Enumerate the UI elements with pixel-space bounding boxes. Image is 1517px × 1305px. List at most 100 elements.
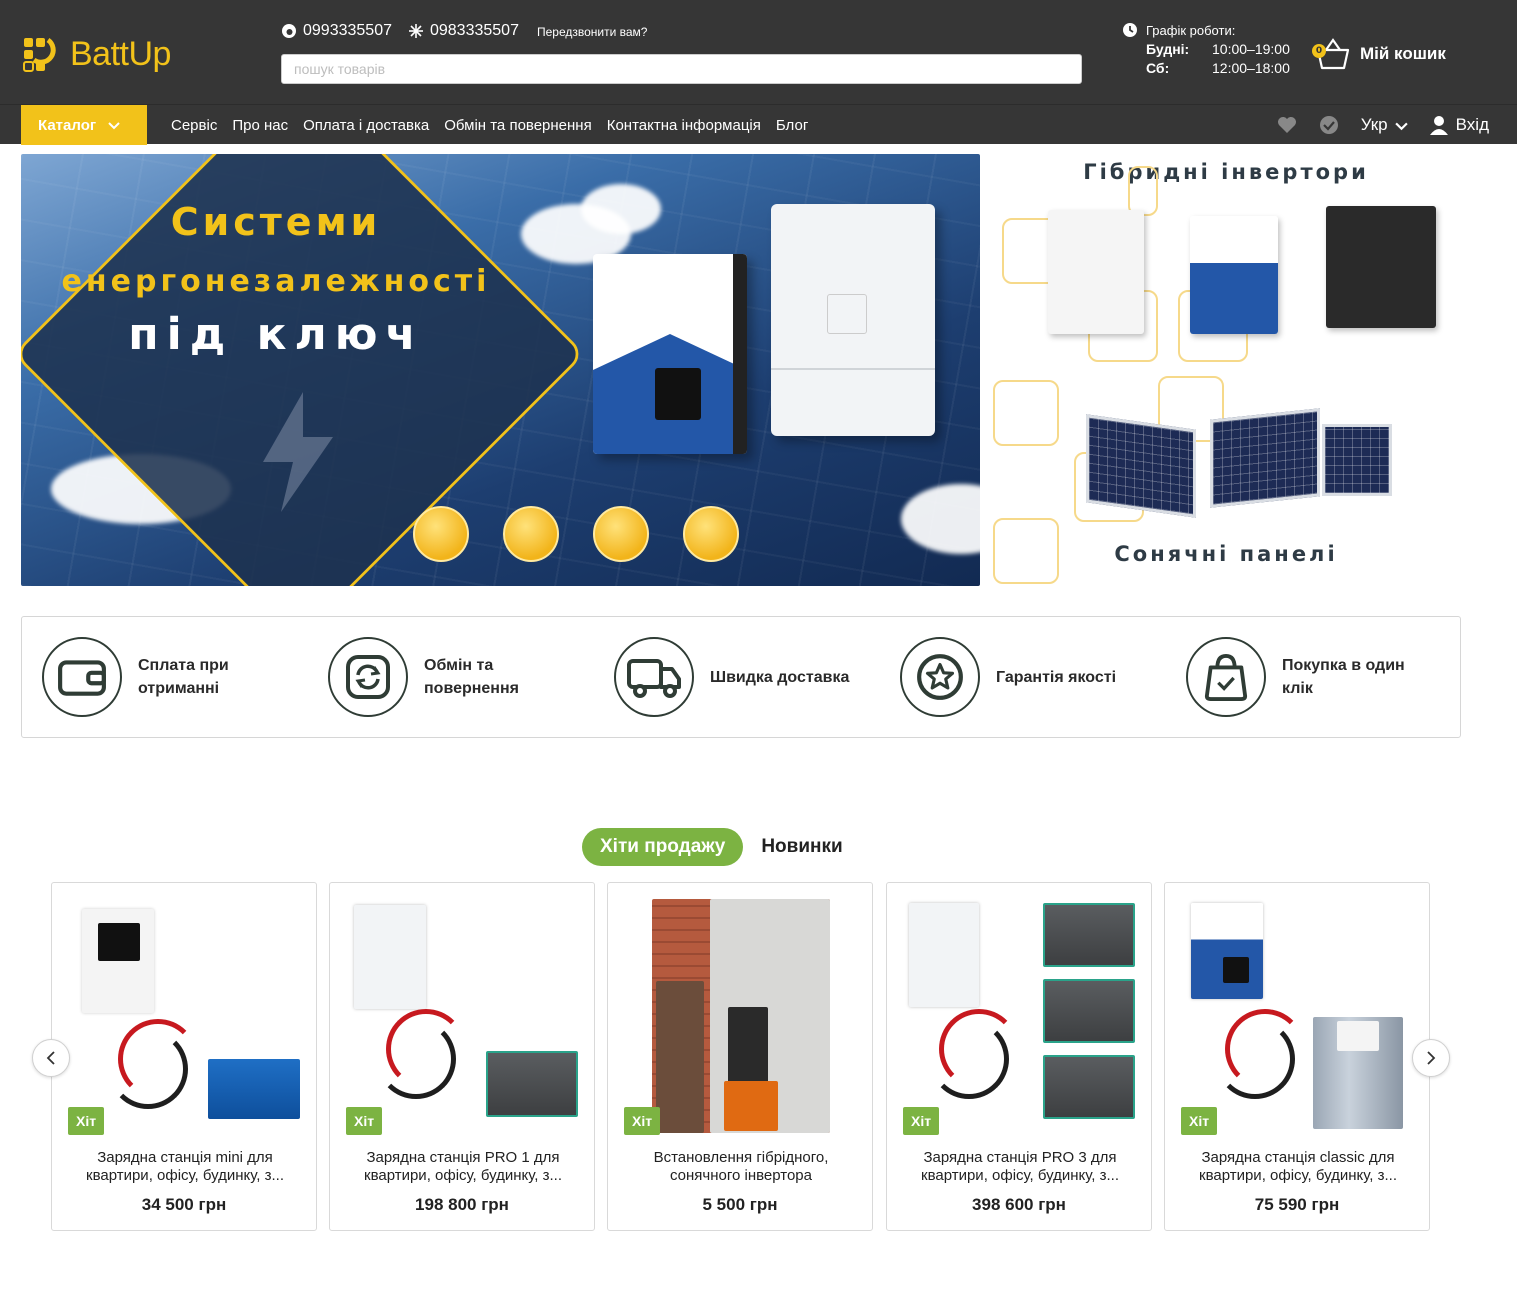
- product-price: 34 500 грн: [141, 1195, 227, 1214]
- feature-label: Швидка доставка: [710, 668, 850, 686]
- product-image[interactable]: [903, 899, 1137, 1133]
- product-card[interactable]: Хіт Зарядна станція classic для квартири…: [1164, 882, 1430, 1231]
- feature-item: Гарантія якості: [880, 617, 1166, 737]
- callback-link[interactable]: Передзвонити вам?: [537, 25, 648, 39]
- chevron-down-icon: [1394, 122, 1408, 130]
- reliability-badge-icon: [683, 506, 739, 562]
- check-circle-icon: [1319, 116, 1338, 134]
- search-input[interactable]: [282, 55, 1081, 83]
- nav-link-blog[interactable]: Блог: [776, 117, 808, 134]
- tab-bestsellers[interactable]: Хіти продажу: [582, 828, 744, 866]
- login-button[interactable]: Вхід: [1429, 115, 1489, 135]
- phone-vodafone[interactable]: 0993335507: [281, 22, 392, 40]
- product-name[interactable]: Зарядна станція PRO 3 для квартири, офіс…: [905, 1149, 1135, 1185]
- hero-banner[interactable]: Системи енергонезалежності під ключ: [21, 154, 980, 586]
- nav-link-about[interactable]: Про нас: [232, 117, 288, 134]
- schedule-title: Графік роботи:: [1146, 22, 1236, 38]
- nav-links: Сервіс Про нас Оплата і доставка Обмін т…: [171, 105, 823, 145]
- hit-badge: Хіт: [903, 1107, 940, 1135]
- product-image[interactable]: [1181, 899, 1415, 1133]
- catalog-label: Каталог: [38, 116, 97, 134]
- product-name[interactable]: Встановлення гібрідного, сонячного інвер…: [626, 1149, 856, 1185]
- side-banner[interactable]: Гібридні інвертори Сонячні панелі: [992, 154, 1460, 586]
- product-name[interactable]: Зарядна станція PRO 1 для квартири, офіс…: [348, 1149, 578, 1185]
- product-tabs: Хіти продажу Новинки: [582, 828, 843, 866]
- compare-button[interactable]: [1319, 115, 1339, 135]
- nav-link-payment-delivery[interactable]: Оплата і доставка: [303, 117, 429, 134]
- experience-badge-icon: [413, 506, 469, 562]
- product-image[interactable]: [624, 899, 858, 1133]
- feature-item: Швидка доставка: [594, 617, 880, 737]
- product-price: 198 800 грн: [415, 1195, 509, 1214]
- feature-item: Покупка в один клік: [1166, 617, 1452, 737]
- hit-badge: Хіт: [68, 1107, 105, 1135]
- advantage-badges: [413, 506, 773, 562]
- feature-item: Сплата при отриманні: [22, 617, 308, 737]
- product-image[interactable]: [346, 899, 580, 1133]
- language-label: Укр: [1360, 115, 1388, 134]
- schedule-day: Будні:: [1146, 41, 1190, 57]
- hybrid-inverter-2-image: [1190, 216, 1278, 334]
- side-banner-top-title: Гібридні інвертори: [1083, 160, 1369, 184]
- search-box: [281, 54, 1082, 84]
- carousel-next-button[interactable]: [1412, 1039, 1450, 1077]
- chevron-left-icon: [46, 1051, 55, 1065]
- banner-line-2: енергонезалежності: [61, 264, 491, 299]
- lightning-icon: [263, 392, 333, 512]
- quality-badge-icon: [593, 506, 649, 562]
- product-price: 398 600 грн: [972, 1195, 1066, 1214]
- inverter-image: [593, 254, 747, 454]
- carousel-prev-button[interactable]: [32, 1039, 70, 1077]
- product-name[interactable]: Зарядна станція mini для квартири, офісу…: [70, 1149, 300, 1185]
- product-image[interactable]: [68, 899, 302, 1133]
- heart-icon: [1277, 117, 1296, 133]
- phone-1-text: 0993335507: [303, 22, 392, 39]
- schedule-row: Будні: 10:00–19:00: [1146, 41, 1290, 57]
- individual-approach-badge-icon: [503, 506, 559, 562]
- nav-link-exchange-return[interactable]: Обмін та повернення: [444, 117, 592, 134]
- hit-badge: Хіт: [346, 1107, 383, 1135]
- schedule-hours: 12:00–18:00: [1212, 60, 1290, 76]
- banner-line-1: Системи: [170, 200, 382, 244]
- hit-badge: Хіт: [1181, 1107, 1218, 1135]
- product-card[interactable]: Хіт Зарядна станція PRO 1 для квартири, …: [329, 882, 595, 1231]
- product-card[interactable]: Хіт Зарядна станція mini для квартири, о…: [51, 882, 317, 1231]
- hit-badge: Хіт: [624, 1107, 661, 1135]
- clock-icon: [1123, 23, 1137, 37]
- phones: 0993335507 0983335507 Передзвонити вам?: [281, 22, 647, 40]
- schedule-day: Сб:: [1146, 60, 1170, 76]
- solar-panel-image: [1210, 408, 1320, 508]
- tab-new[interactable]: Новинки: [761, 836, 842, 858]
- phone-2-text: 0983335507: [429, 22, 519, 39]
- features-bar: Сплата при отриманні Обмін та повернення…: [21, 616, 1461, 738]
- product-card[interactable]: Хіт Встановлення гібрідного, сонячного і…: [607, 882, 873, 1231]
- feature-label: Гарантія якості: [996, 668, 1117, 686]
- feature-label: Сплата при отриманні: [138, 657, 229, 697]
- inverter-white-image: [771, 204, 935, 436]
- wallet-icon: [42, 637, 122, 717]
- truck-icon: [614, 637, 694, 717]
- user-icon: [1429, 116, 1448, 135]
- product-price: 5 500 грн: [702, 1195, 778, 1214]
- hybrid-inverter-1-image: [1048, 210, 1144, 334]
- login-label: Вхід: [1455, 115, 1489, 134]
- product-name[interactable]: Зарядна станція classic для квартири, оф…: [1183, 1149, 1413, 1185]
- phone-kyivstar[interactable]: 0983335507: [408, 22, 519, 40]
- exchange-icon: [328, 637, 408, 717]
- logo-text: BattUp: [70, 34, 171, 73]
- nav-link-service[interactable]: Сервіс: [171, 117, 217, 134]
- catalog-button[interactable]: Каталог: [21, 105, 147, 145]
- vodafone-icon: [281, 23, 297, 39]
- cart-button[interactable]: 0 Мій кошик: [1312, 36, 1446, 72]
- schedule-hours: 10:00–19:00: [1212, 41, 1290, 57]
- solar-panel-image: [1086, 414, 1196, 518]
- logo[interactable]: BattUp: [22, 26, 212, 82]
- language-selector[interactable]: Укр: [1361, 115, 1408, 135]
- nav-right: Укр Вхід: [1277, 105, 1517, 145]
- solar-panel-image: [1322, 424, 1392, 496]
- product-card[interactable]: Хіт Зарядна станція PRO 3 для квартири, …: [886, 882, 1152, 1231]
- chevron-right-icon: [1427, 1051, 1436, 1065]
- nav-link-contacts[interactable]: Контактна інформація: [607, 117, 761, 134]
- wishlist-button[interactable]: [1277, 116, 1297, 134]
- hybrid-inverter-3-image: [1326, 206, 1436, 328]
